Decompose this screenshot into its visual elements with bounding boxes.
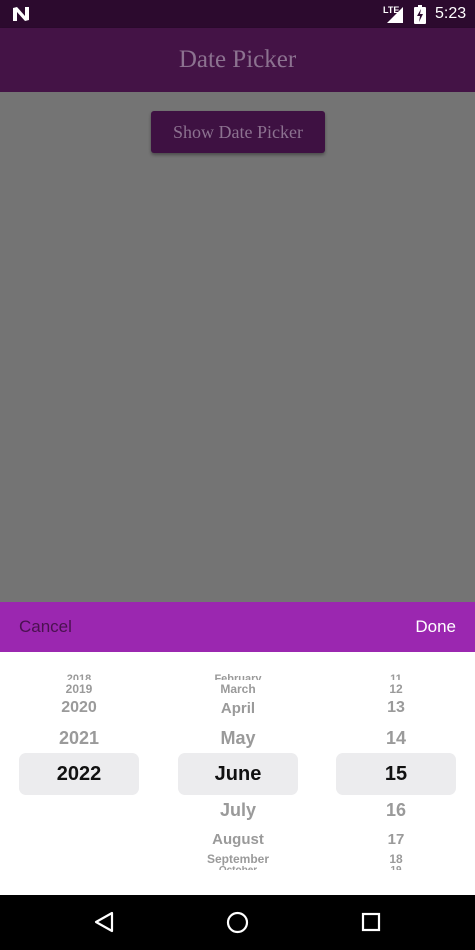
done-button[interactable]: Done bbox=[415, 617, 456, 637]
selected-day[interactable]: 15 bbox=[336, 764, 456, 784]
day-option[interactable]: 16 bbox=[336, 801, 456, 819]
year-option[interactable]: 2019 bbox=[19, 683, 139, 695]
day-wheel[interactable]: 11 12 13 14 15 16 17 18 19 bbox=[336, 652, 456, 895]
day-option[interactable]: 14 bbox=[336, 729, 456, 747]
year-option[interactable]: 2020 bbox=[19, 700, 139, 716]
main-content: Show Date Picker bbox=[0, 92, 475, 602]
day-option[interactable]: 12 bbox=[336, 683, 456, 695]
year-option[interactable]: 2021 bbox=[19, 729, 139, 747]
battery-icon bbox=[414, 5, 426, 24]
day-option[interactable]: 17 bbox=[336, 832, 456, 847]
month-wheel[interactable]: February March April May June July Augus… bbox=[178, 652, 298, 895]
selected-year[interactable]: 2022 bbox=[19, 764, 139, 784]
show-date-picker-button[interactable]: Show Date Picker bbox=[151, 111, 325, 153]
back-icon[interactable] bbox=[93, 911, 115, 933]
signal-icon bbox=[387, 7, 403, 23]
month-option[interactable]: February bbox=[178, 674, 298, 680]
month-option[interactable]: March bbox=[178, 683, 298, 695]
year-option[interactable]: 2018 bbox=[19, 674, 139, 680]
month-option[interactable]: July bbox=[178, 801, 298, 819]
month-option[interactable]: September bbox=[178, 853, 298, 865]
n-logo-icon bbox=[13, 7, 29, 21]
month-option[interactable]: October bbox=[178, 866, 298, 870]
day-option[interactable]: 19 bbox=[336, 866, 456, 870]
home-icon[interactable] bbox=[226, 911, 249, 934]
app-title: Date Picker bbox=[178, 46, 297, 73]
cancel-button[interactable]: Cancel bbox=[19, 617, 72, 637]
navigation-bar bbox=[0, 895, 475, 950]
day-option[interactable]: 11 bbox=[336, 674, 456, 680]
app-bar: Date Picker bbox=[0, 28, 475, 92]
status-bar: LTE 5:23 bbox=[0, 0, 475, 28]
month-option[interactable]: August bbox=[178, 832, 298, 847]
month-option[interactable]: April bbox=[178, 701, 298, 716]
selected-month[interactable]: June bbox=[178, 764, 298, 784]
picker-toolbar: Cancel Done bbox=[0, 602, 475, 652]
day-option[interactable]: 13 bbox=[336, 700, 456, 716]
month-option[interactable]: May bbox=[178, 729, 298, 747]
day-option[interactable]: 18 bbox=[336, 853, 456, 865]
recents-icon[interactable] bbox=[361, 912, 381, 932]
date-picker: 2018 2019 2020 2021 2022 February March … bbox=[0, 652, 475, 895]
clock: 5:23 bbox=[435, 5, 467, 22]
year-wheel[interactable]: 2018 2019 2020 2021 2022 bbox=[19, 652, 139, 895]
